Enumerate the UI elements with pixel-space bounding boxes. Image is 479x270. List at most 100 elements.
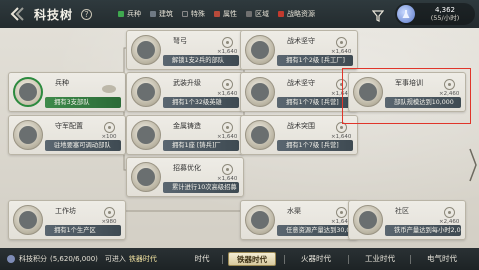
legend-label: 区域 bbox=[255, 10, 270, 18]
tech-requirement: 铁币产量达到每小时2,000/小时 bbox=[385, 225, 461, 236]
resource-rate: (55/小时) bbox=[430, 14, 460, 22]
tactics-emblem-icon bbox=[245, 35, 275, 65]
tech-point-icon bbox=[335, 37, 347, 48]
tactics-emblem-icon bbox=[245, 120, 275, 150]
tech-point-icon bbox=[221, 122, 233, 133]
resource-readout: 4,362 (55/小时) bbox=[415, 6, 475, 22]
tech-name: 社区 bbox=[395, 207, 409, 215]
legend-label: 建筑 bbox=[159, 10, 174, 18]
tech-card-tactics-break[interactable]: 战术突围 ×1,640 拥有1个7级 [兵营] bbox=[240, 115, 358, 155]
tech-point-icon bbox=[103, 122, 115, 133]
points-label: 科技积分 bbox=[19, 255, 47, 263]
tech-name: 战术坚守 bbox=[287, 37, 315, 45]
tech-point-icon bbox=[103, 207, 115, 218]
irrigation-emblem-icon bbox=[245, 205, 275, 235]
tech-name: 招募优化 bbox=[173, 164, 201, 172]
tech-cost: ×1,640 bbox=[217, 37, 237, 55]
legend-label: 属性 bbox=[223, 10, 238, 18]
enter-label: 可进入 bbox=[104, 255, 126, 263]
legend-swatch bbox=[214, 11, 221, 17]
flask-icon bbox=[397, 5, 415, 23]
tech-cost: ×1,640 bbox=[331, 37, 351, 55]
category-legend: 兵种 建筑 特殊 属性 区域 战略资源 bbox=[118, 9, 315, 19]
armor-emblem-icon bbox=[131, 77, 161, 107]
tech-name: 金属铸造 bbox=[173, 122, 201, 130]
tech-card-recruit[interactable]: 招募优化 ×1,640 累计进行10次高级招募 bbox=[126, 157, 244, 197]
tech-requirement: 拥有1个32级英雄 bbox=[163, 97, 239, 108]
tech-points-resource[interactable]: 4,362 (55/小时) bbox=[395, 3, 475, 25]
tech-point-icon bbox=[221, 79, 233, 90]
tech-name: 弩弓 bbox=[173, 37, 187, 45]
era-tab-electric[interactable]: 电气时代 bbox=[420, 252, 464, 266]
back-arrow-icon bbox=[10, 7, 24, 21]
tech-card-community[interactable]: 社区 ×2,460 铁币产量达到每小时2,000/小时 bbox=[348, 200, 466, 240]
points-value: (5,620/6,000) bbox=[50, 255, 98, 263]
legend-swatch bbox=[278, 11, 285, 17]
back-button[interactable] bbox=[6, 3, 28, 25]
tech-cost: ×100 bbox=[99, 122, 119, 140]
tech-name: 战术坚守 bbox=[287, 79, 315, 87]
tech-cost: ×1,640 bbox=[217, 164, 237, 182]
tech-points-progress: 科技积分 (5,620/6,000) 可进入 铁器时代 bbox=[6, 254, 157, 264]
era-tab-prev[interactable]: 时代 bbox=[188, 252, 216, 266]
tech-cost: ×980 bbox=[99, 207, 119, 225]
tech-card-tactics-guard[interactable]: 战术坚守 ×1,640 拥有1个7级 [兵营] bbox=[240, 72, 358, 112]
tech-requirement: 拥有1个生产区 bbox=[45, 225, 121, 236]
legend-item-strategic[interactable]: 战略资源 bbox=[278, 9, 315, 19]
legend-label: 特殊 bbox=[191, 10, 206, 18]
tech-point-icon bbox=[443, 207, 455, 218]
tech-name: 武装升级 bbox=[173, 79, 201, 87]
tech-card-irrigation[interactable]: 水渠 ×1,640 任意资源产量达到30,000 bbox=[240, 200, 358, 240]
tech-card-guard[interactable]: 守军配置 ×100 驻地要塞可调动部队 bbox=[8, 115, 126, 155]
scroll-right-icon[interactable] bbox=[469, 148, 477, 182]
tech-name: 战术突围 bbox=[287, 122, 315, 130]
tech-card-armor[interactable]: 武装升级 ×1,640 拥有1个32级英雄 bbox=[126, 72, 244, 112]
tech-requirement: 累计进行10次高级招募 bbox=[163, 182, 239, 193]
tech-card-tactics-hold[interactable]: 战术坚守 ×1,640 拥有1个2级 [兵工厂] bbox=[240, 30, 358, 70]
tech-cost: ×1,640 bbox=[217, 122, 237, 140]
selected-card-highlight bbox=[342, 68, 471, 124]
tech-card-bow[interactable]: 弩弓 ×1,640 解锁1支2兵的部队 bbox=[126, 30, 244, 70]
legend-item-building[interactable]: 建筑 bbox=[150, 9, 173, 19]
legend-item-attribute[interactable]: 属性 bbox=[214, 9, 237, 19]
legend-item-special[interactable]: 特殊 bbox=[182, 9, 205, 19]
soldier-emblem-icon bbox=[13, 77, 43, 107]
community-emblem-icon bbox=[353, 205, 383, 235]
tech-name: 水渠 bbox=[287, 207, 301, 215]
check-cloud-icon bbox=[102, 85, 116, 93]
tech-points-icon bbox=[7, 255, 15, 263]
era-separator bbox=[410, 255, 411, 264]
enter-era-link[interactable]: 铁器时代 bbox=[129, 254, 157, 264]
tech-cost: ×1,640 bbox=[331, 122, 351, 140]
funnel-icon bbox=[371, 10, 385, 22]
legend-swatch bbox=[118, 11, 125, 17]
tech-point-icon bbox=[335, 207, 347, 218]
help-icon[interactable]: ? bbox=[81, 8, 93, 20]
legend-swatch bbox=[182, 11, 189, 17]
tech-requirement: 驻地要塞可调动部队 bbox=[45, 140, 121, 151]
tech-cost bbox=[99, 79, 119, 98]
era-tab-industrial[interactable]: 工业时代 bbox=[358, 252, 402, 266]
era-separator bbox=[284, 255, 285, 264]
filter-icon[interactable] bbox=[371, 7, 385, 26]
tech-name: 工作坊 bbox=[55, 207, 76, 215]
tech-requirement: 拥有1个2级 [兵工厂] bbox=[277, 55, 353, 66]
tech-card-forge[interactable]: 金属铸造 ×1,640 拥有1座 [铸兵]厂 bbox=[126, 115, 244, 155]
tech-card-soldier[interactable]: 兵种 拥有3支部队 bbox=[8, 72, 126, 112]
tactics-emblem-icon bbox=[245, 77, 275, 107]
tech-cost: ×2,460 bbox=[439, 207, 459, 225]
era-tab-iron[interactable]: 铁器时代 bbox=[228, 252, 276, 266]
legend-item-region[interactable]: 区域 bbox=[246, 9, 269, 19]
era-separator bbox=[222, 255, 223, 264]
legend-item-troop[interactable]: 兵种 bbox=[118, 9, 141, 19]
tech-requirement: 拥有1个7级 [兵营] bbox=[277, 140, 353, 151]
tech-name: 守军配置 bbox=[55, 122, 83, 130]
tech-card-workshop[interactable]: 工作坊 ×980 拥有1个生产区 bbox=[8, 200, 126, 240]
top-bar: 科技树 ? 兵种 建筑 特殊 属性 区域 战略资源 4,362 (55/小时) bbox=[0, 0, 479, 28]
era-tab-firearm[interactable]: 火器时代 bbox=[294, 252, 338, 266]
tech-requirement: 拥有1座 [铸兵]厂 bbox=[163, 140, 239, 151]
tech-requirement: 任意资源产量达到30,000 bbox=[277, 225, 353, 236]
page-title: 科技树 bbox=[34, 7, 74, 22]
legend-label: 兵种 bbox=[127, 10, 142, 18]
tech-cost: ×1,640 bbox=[217, 79, 237, 97]
